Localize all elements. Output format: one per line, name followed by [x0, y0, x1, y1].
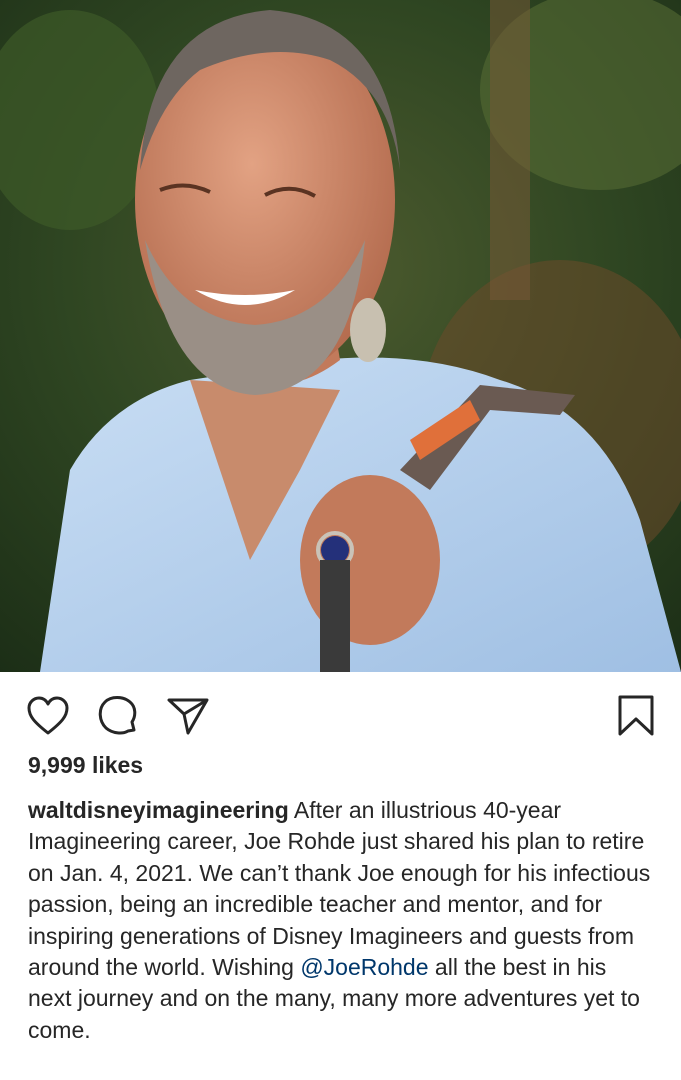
caption-text-start: After an illustrious 40-year Imagineerin…: [28, 797, 651, 981]
save-button[interactable]: [612, 692, 660, 740]
photo-illustration: [0, 0, 681, 672]
caption-username[interactable]: waltdisneyimagineering: [28, 797, 289, 823]
post-photo[interactable]: [0, 0, 681, 672]
paper-plane-icon: [167, 698, 209, 735]
comment-bubble-icon: [98, 696, 137, 735]
caption-mention-link[interactable]: @JoeRohde: [300, 954, 428, 980]
heart-icon: [27, 696, 69, 735]
likes-count[interactable]: 9,999 likes: [28, 750, 143, 780]
bookmark-icon: [618, 695, 654, 736]
post-actions-bar: [0, 672, 681, 756]
like-button[interactable]: [24, 692, 72, 740]
post-caption: waltdisneyimagineering After an illustri…: [28, 795, 653, 1046]
comment-button[interactable]: [94, 692, 142, 740]
share-button[interactable]: [164, 692, 212, 740]
